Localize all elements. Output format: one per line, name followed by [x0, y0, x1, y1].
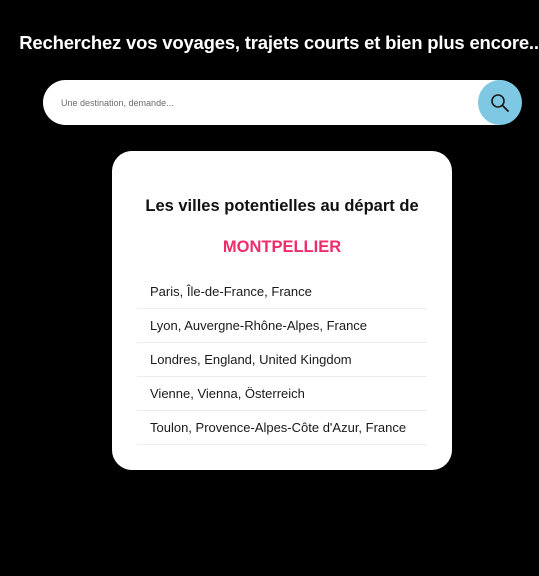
card-title: Les villes potentielles au départ de [145, 197, 419, 215]
search-icon [491, 93, 509, 112]
page: Recherchez vos voyages, trajets courts e… [0, 0, 539, 576]
departure-city-name: MONTPELLIER [222, 238, 342, 256]
destination-list: Paris, Île-de-France, France Lyon, Auver… [137, 275, 427, 445]
destination-item[interactable]: Paris, Île-de-France, France [137, 275, 427, 309]
search-bar [43, 80, 522, 125]
destination-item[interactable]: Londres, England, United Kingdom [137, 343, 427, 377]
page-headline: Recherchez vos voyages, trajets courts e… [19, 32, 539, 53]
destination-item[interactable]: Vienne, Vienna, Österreich [137, 377, 427, 411]
search-input[interactable] [61, 80, 471, 125]
destination-item[interactable]: Lyon, Auvergne-Rhône-Alpes, France [137, 309, 427, 343]
destination-item[interactable]: Toulon, Provence-Alpes-Côte d'Azur, Fran… [137, 411, 427, 445]
search-button[interactable] [478, 80, 522, 125]
departure-cities-card: Les villes potentielles au départ de MON… [112, 151, 452, 470]
